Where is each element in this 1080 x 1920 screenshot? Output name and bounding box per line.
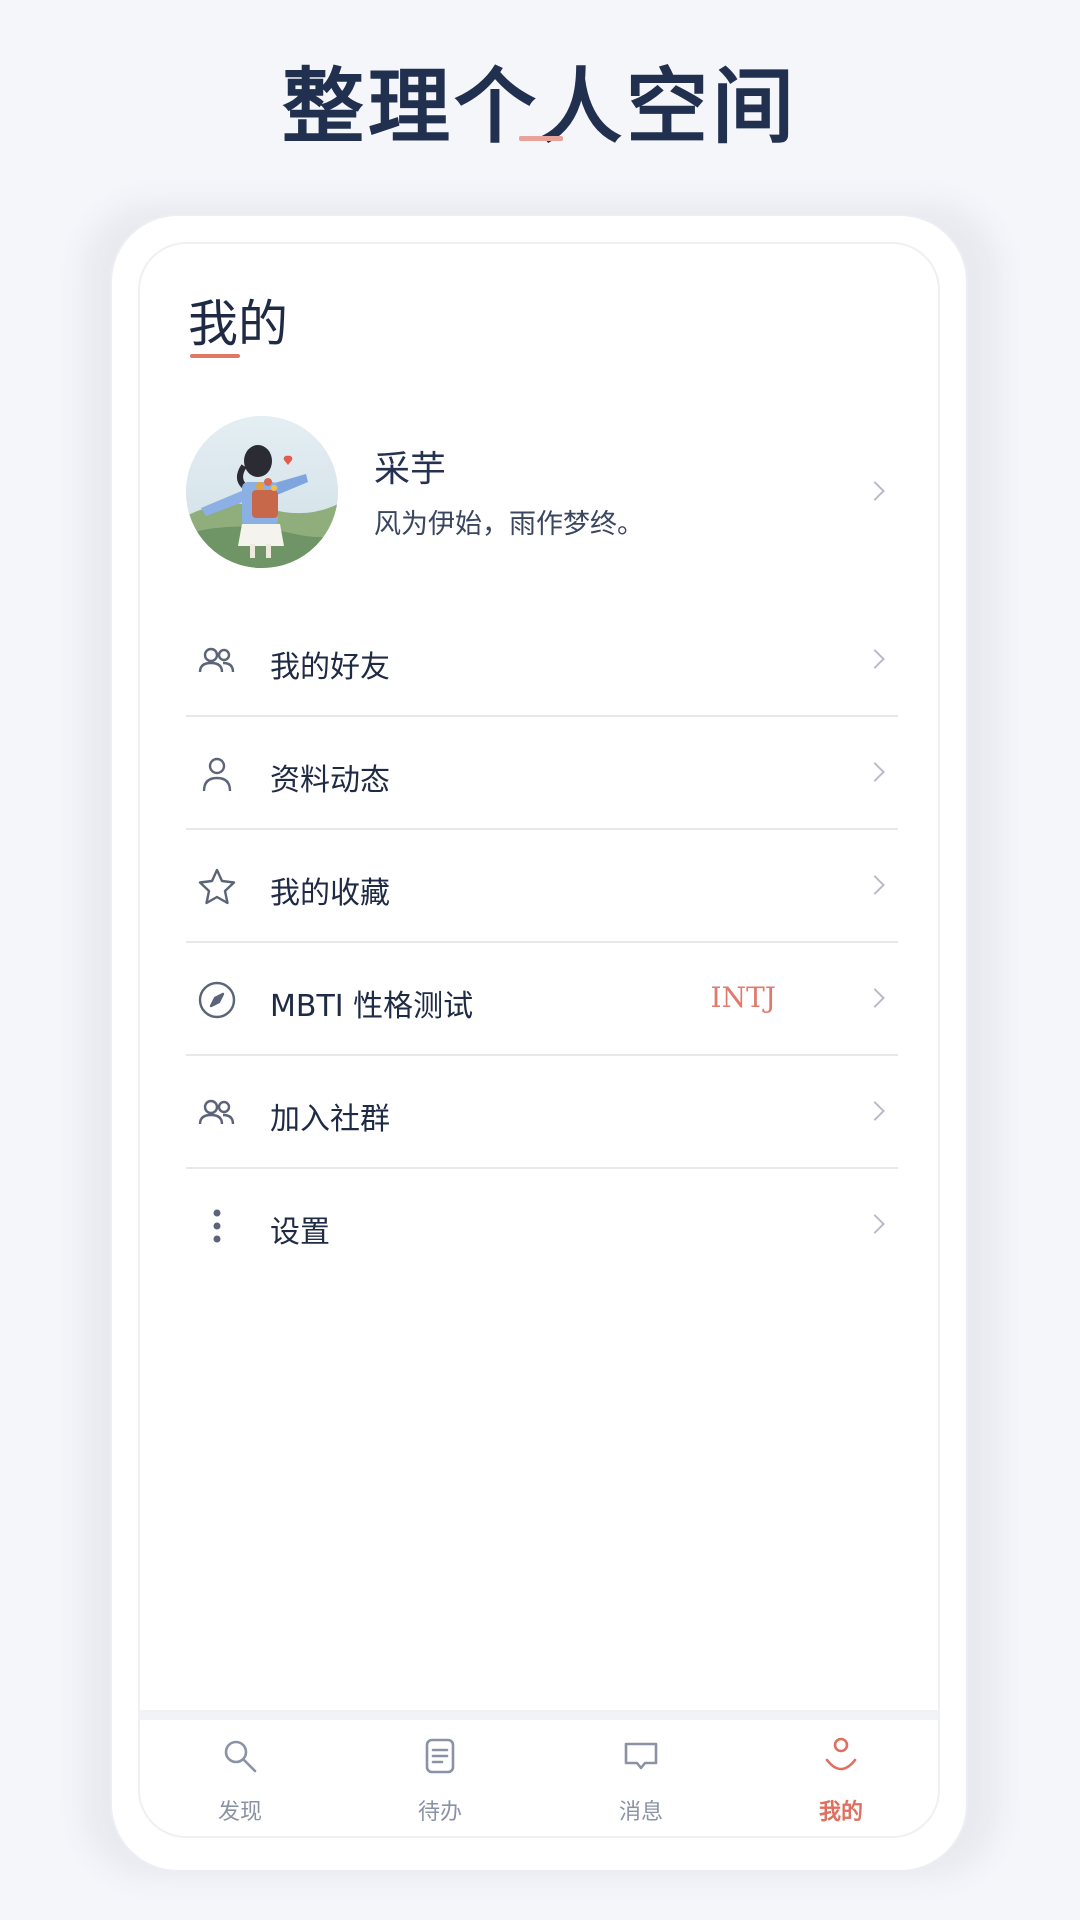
app-screen: 我的 采芋 风为伊始，雨作梦终。 我的好友 资料动态 我的收藏 MBTI 性格测… — [138, 242, 940, 1838]
page-title: 我的 — [188, 295, 288, 353]
avatar[interactable] — [186, 416, 338, 568]
menu-item-label: 我的好友 — [270, 650, 390, 685]
tab-label: 待办 — [417, 1800, 462, 1825]
menu-item-label: 设置 — [270, 1215, 330, 1250]
person-icon — [196, 753, 238, 795]
friends-icon — [196, 640, 238, 682]
menu-item-friends[interactable]: 我的好友 — [186, 604, 898, 717]
profile-motto: 风为伊始，雨作梦终。 — [374, 509, 644, 540]
menu-item-community[interactable]: 加入社群 — [186, 1056, 898, 1169]
menu-item-mbti[interactable]: MBTI 性格测试 INTJ — [186, 943, 898, 1056]
menu-item-favorites[interactable]: 我的收藏 — [186, 830, 898, 943]
headline-underline — [519, 136, 563, 141]
menu-item-label: MBTI 性格测试 — [270, 989, 474, 1024]
chevron-right-icon — [865, 1101, 885, 1121]
settings-menu: 我的好友 资料动态 我的收藏 MBTI 性格测试 INTJ 加入社群 设置 — [186, 604, 898, 1282]
star-icon — [196, 866, 238, 908]
profile-smile-icon — [821, 1736, 861, 1776]
menu-item-label: 资料动态 — [270, 763, 390, 798]
message-icon — [621, 1736, 661, 1776]
profile-card[interactable]: 采芋 风为伊始，雨作梦终。 — [186, 416, 898, 568]
more-vertical-icon — [196, 1205, 238, 1247]
tab-todo[interactable]: 待办 — [390, 1726, 490, 1836]
tab-messages[interactable]: 消息 — [591, 1726, 691, 1836]
compass-icon — [196, 979, 238, 1021]
chevron-right-icon — [865, 1214, 885, 1234]
profile-name: 采芋 — [374, 449, 447, 490]
group-icon — [196, 1092, 238, 1134]
chevron-right-icon — [865, 762, 885, 782]
chevron-right-icon — [865, 481, 885, 501]
title-accent-bar — [190, 354, 240, 358]
tab-label: 消息 — [618, 1800, 663, 1825]
chevron-right-icon — [865, 988, 885, 1008]
headline: 整理个人空间 — [281, 59, 798, 155]
bottom-tab-bar: 发现 待办 消息 我的 — [140, 1710, 938, 1836]
menu-item-profile[interactable]: 资料动态 — [186, 717, 898, 830]
menu-item-label: 我的收藏 — [270, 876, 390, 911]
menu-item-label: 加入社群 — [270, 1102, 390, 1137]
menu-item-settings[interactable]: 设置 — [186, 1169, 898, 1282]
search-icon — [220, 1736, 260, 1776]
tab-label: 发现 — [217, 1800, 262, 1825]
tab-mine[interactable]: 我的 — [791, 1726, 891, 1836]
tab-discover[interactable]: 发现 — [190, 1726, 290, 1836]
chevron-right-icon — [865, 875, 885, 895]
mbti-result-value: INTJ — [710, 981, 776, 1014]
todo-icon — [420, 1736, 460, 1776]
chevron-right-icon — [865, 649, 885, 669]
tab-label: 我的 — [818, 1800, 863, 1825]
